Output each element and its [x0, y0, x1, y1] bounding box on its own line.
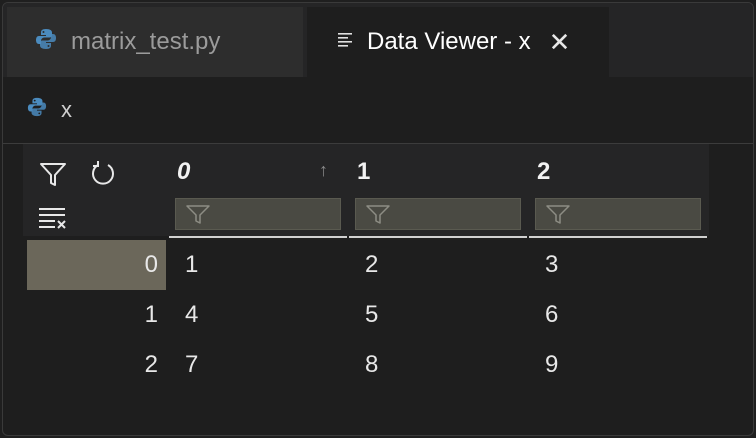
column-filter-input[interactable]: [535, 198, 701, 230]
table-cell[interactable]: 3: [529, 240, 707, 290]
column-filter-input[interactable]: [355, 198, 521, 230]
tab-label: Data Viewer - x: [367, 28, 531, 55]
tab-data-viewer[interactable]: Data Viewer - x ✕: [307, 7, 609, 77]
column-divider: [169, 236, 347, 238]
table-cell[interactable]: 4: [169, 290, 347, 340]
python-icon: [35, 28, 57, 57]
table-row[interactable]: 2 7 8 9: [23, 340, 709, 390]
preview-lines-icon: [337, 28, 355, 56]
row-index[interactable]: 1: [27, 290, 166, 340]
table-row[interactable]: 0 1 2 3: [23, 240, 709, 290]
column-filter-input[interactable]: [175, 198, 341, 230]
grid-corner: [23, 144, 166, 236]
column-header-2[interactable]: 2: [529, 144, 707, 238]
refresh-icon[interactable]: [89, 160, 117, 193]
table-cell[interactable]: 7: [169, 340, 347, 390]
table-cell[interactable]: 1: [169, 240, 347, 290]
row-index[interactable]: 0: [27, 240, 166, 290]
table-cell[interactable]: 5: [349, 290, 527, 340]
column-divider: [349, 236, 527, 238]
table-cell[interactable]: 6: [529, 290, 707, 340]
filter-icon[interactable]: [39, 162, 67, 193]
python-icon: [27, 97, 47, 123]
column-divider: [529, 236, 707, 238]
clear-filters-icon[interactable]: [39, 206, 69, 235]
table-row[interactable]: 1 4 5 6: [23, 290, 709, 340]
close-icon[interactable]: ✕: [549, 29, 571, 55]
tab-label: matrix_test.py: [71, 28, 221, 55]
breadcrumb-variable[interactable]: x: [61, 97, 72, 123]
row-index[interactable]: 2: [27, 340, 166, 390]
column-title: 1: [357, 158, 371, 185]
table-cell[interactable]: 9: [529, 340, 707, 390]
data-grid: 0 ↑ 1 2 0 1 2 3 1 4 5 6 2 7 8 9: [23, 144, 709, 384]
sort-arrow-icon[interactable]: ↑: [319, 160, 328, 181]
column-header-0[interactable]: 0 ↑: [169, 144, 347, 238]
tab-bar: matrix_test.py Data Viewer - x ✕: [3, 3, 753, 77]
grid-header: 0 ↑ 1 2: [23, 144, 709, 238]
column-header-1[interactable]: 1: [349, 144, 527, 238]
column-title: 2: [537, 158, 551, 185]
table-cell[interactable]: 8: [349, 340, 527, 390]
table-cell[interactable]: 2: [349, 240, 527, 290]
tab-matrix-test[interactable]: matrix_test.py: [7, 7, 303, 77]
window: matrix_test.py Data Viewer - x ✕ x 0 ↑ 1…: [2, 2, 754, 436]
breadcrumb: x: [3, 77, 753, 144]
column-title: 0: [177, 158, 191, 185]
